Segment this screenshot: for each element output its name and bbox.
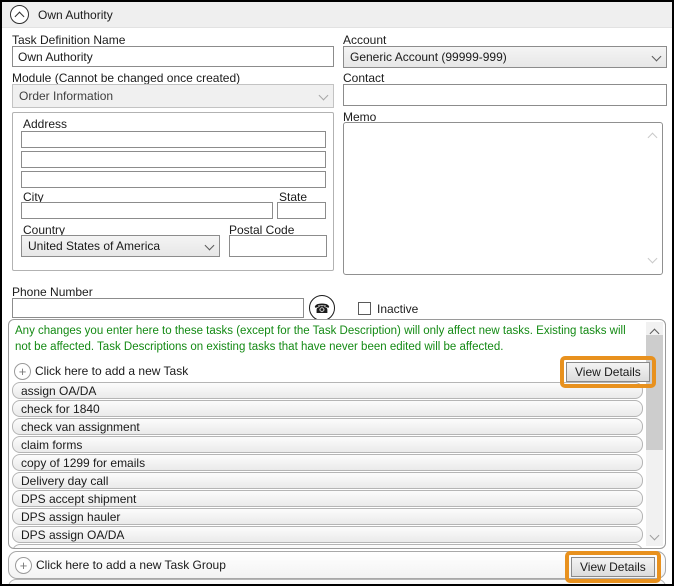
add-task-group-label: Click here to add a new Task Group xyxy=(36,558,226,572)
task-row-label: assign OA/DA xyxy=(21,383,97,398)
task-row-label: copy of 1299 for emails xyxy=(21,455,146,470)
scrollbar-thumb[interactable] xyxy=(646,335,663,450)
task-row[interactable]: driver's fax xyxy=(12,544,643,548)
inactive-label: Inactive xyxy=(377,302,419,316)
phone-label: Phone Number xyxy=(12,285,93,299)
postal-code-input[interactable] xyxy=(229,235,327,257)
collapse-chevron-up-icon[interactable] xyxy=(10,5,29,24)
account-dropdown[interactable]: Generic Account (99999-999) xyxy=(343,46,667,68)
task-row[interactable]: check for 1840 xyxy=(12,400,643,417)
address-line2-input[interactable] xyxy=(21,151,326,168)
memo-scroll-down-icon xyxy=(647,253,658,264)
task-row[interactable]: copy of 1299 for emails xyxy=(12,454,643,471)
tasks-panel: Any changes you enter here to these task… xyxy=(8,319,666,549)
plus-icon: + xyxy=(15,556,32,574)
task-row[interactable]: assign OA/DA xyxy=(12,382,643,399)
memo-textarea[interactable] xyxy=(343,122,663,275)
task-name-label: Task Definition Name xyxy=(12,33,126,47)
memo-scroll-up-icon xyxy=(647,132,658,143)
state-input[interactable] xyxy=(277,202,326,219)
plus-icon: + xyxy=(14,362,31,380)
task-row-label: driver's fax xyxy=(21,546,79,549)
task-name-input[interactable] xyxy=(12,46,334,67)
task-row-label: DPS assign hauler xyxy=(21,509,121,524)
city-input[interactable] xyxy=(21,202,273,219)
address-groupbox: Address City State Country United States… xyxy=(12,112,334,271)
add-task-row[interactable]: + Click here to add a new Task xyxy=(14,360,188,382)
module-value: Order Information xyxy=(19,89,114,103)
task-list: assign OA/DA check for 1840 check van as… xyxy=(12,382,643,548)
task-row[interactable]: check van assignment xyxy=(12,418,643,435)
phone-dial-button[interactable]: ☎ xyxy=(309,295,335,321)
panel-title: Own Authority xyxy=(38,7,113,22)
tasks-notice-text: Any changes you enter here to these task… xyxy=(15,325,626,353)
address-line1-input[interactable] xyxy=(21,131,326,148)
task-row-label: DPS accept shipment xyxy=(21,491,137,506)
task-row-label: check van assignment xyxy=(21,419,140,434)
task-row[interactable]: claim forms xyxy=(12,436,643,453)
chevron-down-icon xyxy=(318,90,329,100)
view-details-group-button[interactable]: View Details xyxy=(571,557,655,577)
task-row[interactable]: Delivery day call xyxy=(12,472,643,489)
view-details-highlight: View Details xyxy=(565,551,661,583)
module-label: Module (Cannot be changed once created) xyxy=(12,71,241,85)
chevron-down-icon xyxy=(651,51,662,61)
task-row-label: claim forms xyxy=(21,437,83,452)
address-label: Address xyxy=(23,117,68,131)
task-row-label: Delivery day call xyxy=(21,473,109,488)
country-value: United States of America xyxy=(28,239,161,253)
address-line3-input[interactable] xyxy=(21,171,326,188)
module-dropdown[interactable]: Order Information xyxy=(12,84,334,108)
task-row[interactable]: DPS accept shipment xyxy=(12,490,643,507)
view-details-button[interactable]: View Details xyxy=(566,362,650,382)
phone-input[interactable] xyxy=(12,298,304,318)
phone-icon: ☎ xyxy=(313,300,331,316)
account-value: Generic Account (99999-999) xyxy=(350,50,507,64)
view-details-highlight: View Details xyxy=(560,356,656,388)
task-row-label: check for 1840 xyxy=(21,401,100,416)
account-label: Account xyxy=(343,33,387,47)
chevron-down-icon xyxy=(204,240,215,250)
add-task-label: Click here to add a new Task xyxy=(35,364,189,378)
contact-input[interactable] xyxy=(343,84,667,106)
inactive-checkbox[interactable] xyxy=(358,302,371,315)
own-authority-panel: Own Authority Task Definition Name Modul… xyxy=(0,0,674,586)
panel-header[interactable]: Own Authority xyxy=(2,2,672,28)
task-row[interactable]: DPS assign hauler xyxy=(12,508,643,525)
country-dropdown[interactable]: United States of America xyxy=(21,235,220,257)
scroll-down-icon[interactable] xyxy=(649,530,660,541)
contact-label: Contact xyxy=(343,71,385,85)
task-row-label: DPS assign OA/DA xyxy=(21,527,125,542)
task-row[interactable]: DPS assign OA/DA xyxy=(12,526,643,543)
